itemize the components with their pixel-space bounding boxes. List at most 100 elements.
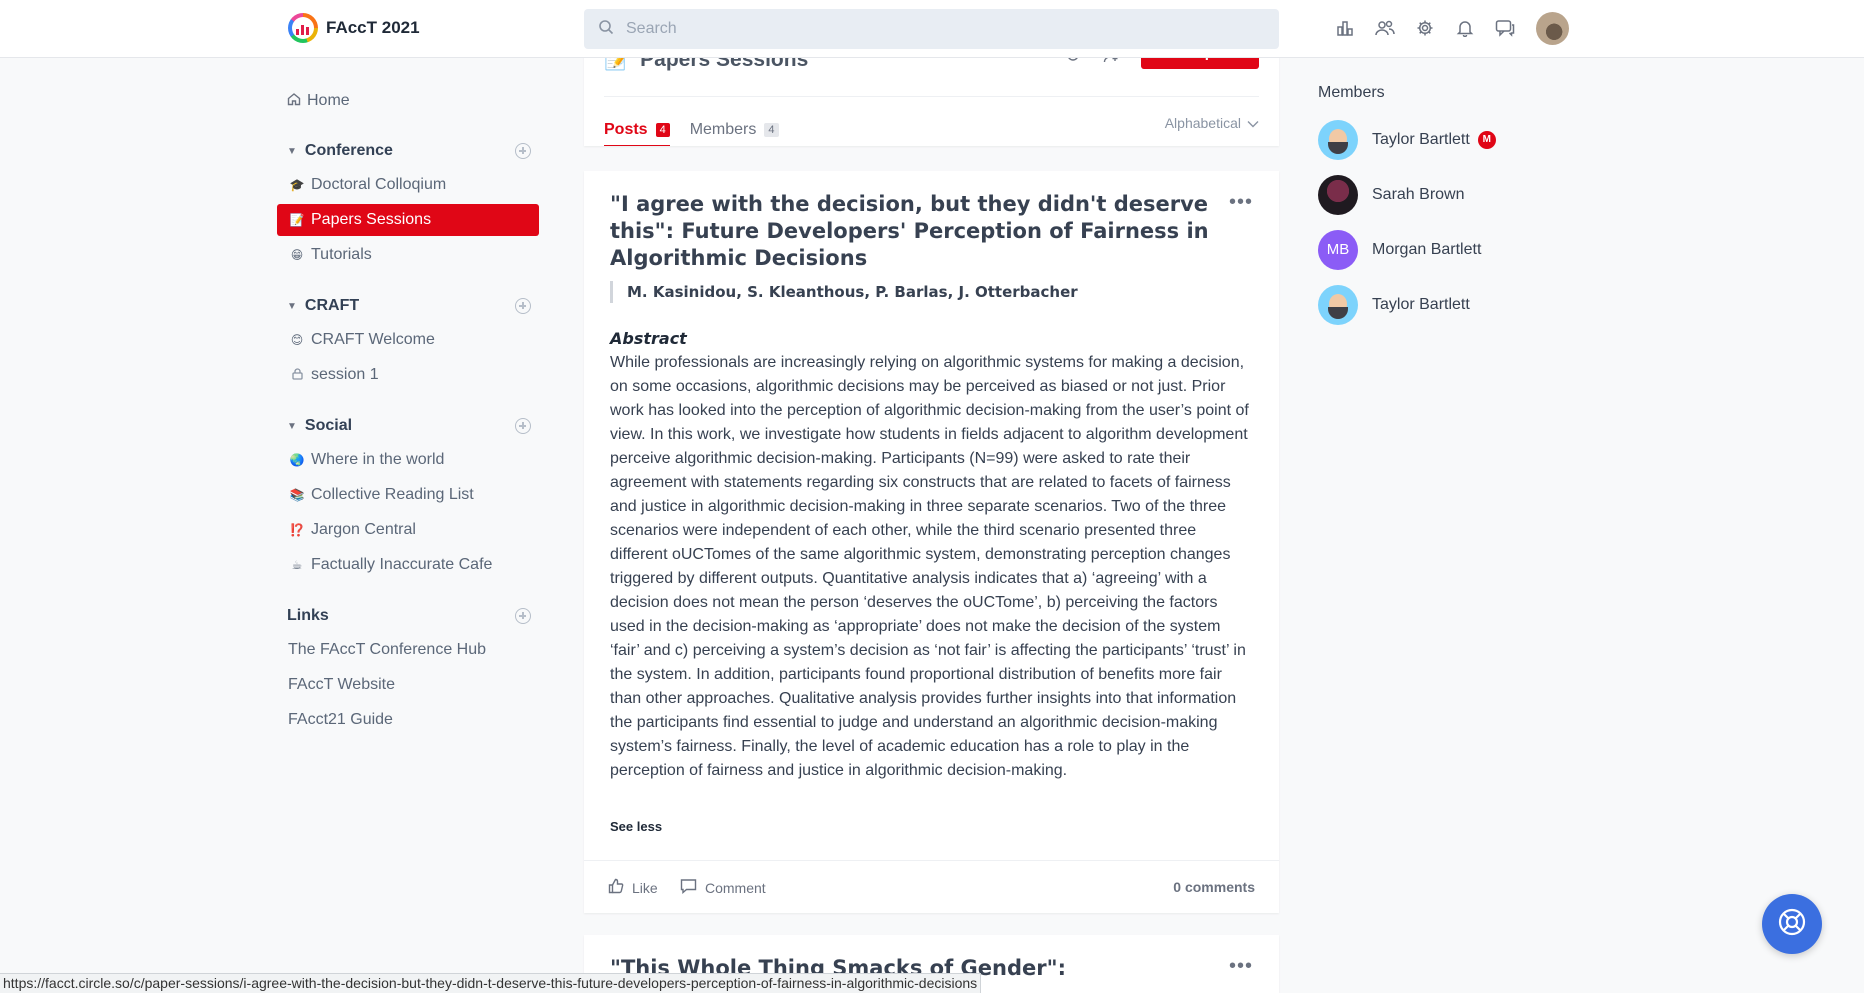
- sidebar-section-header[interactable]: ▼ CRAFT: [277, 291, 539, 321]
- sidebar-link-facct-conference-hub[interactable]: The FAccT Conference Hub: [277, 634, 539, 666]
- sidebar-item-label: Tutorials: [311, 246, 372, 263]
- globe-icon: 🌏: [289, 453, 305, 467]
- leaderboard-icon[interactable]: [1334, 17, 1356, 39]
- sidebar-item-home[interactable]: Home: [277, 86, 539, 116]
- sidebar-item-label: Collective Reading List: [311, 486, 474, 503]
- tab-count-badge: 4: [655, 123, 670, 137]
- tab-label: Posts: [604, 121, 648, 138]
- add-circle-icon[interactable]: [515, 608, 531, 624]
- sidebar-section-links: Links The FAccT Conference Hub FAccT Web…: [277, 601, 539, 736]
- more-options-icon[interactable]: •••: [1229, 955, 1253, 978]
- sidebar-item-label: Factually Inaccurate Cafe: [311, 556, 493, 573]
- left-sidebar: Home ▼ Conference 🎓 Doctoral Colloqium 📝…: [277, 86, 539, 736]
- top-navigation-bar: FAccT 2021: [0, 0, 1864, 58]
- abstract-label: Abstract: [610, 329, 687, 348]
- post-authors: M. Kasinidou, S. Kleanthous, P. Barlas, …: [610, 281, 1078, 303]
- moderator-badge: M: [1477, 130, 1496, 149]
- caret-down-icon[interactable]: ▼: [287, 421, 297, 432]
- avatar: [1318, 174, 1358, 215]
- sidebar-item-label: Papers Sessions: [311, 211, 432, 228]
- coffee-icon: ☕: [291, 558, 303, 572]
- sidebar-item-factually-inaccurate-cafe[interactable]: ☕ Factually Inaccurate Cafe: [277, 549, 539, 581]
- chevron-down-icon: [1247, 115, 1259, 131]
- member-name: Taylor Bartlett: [1372, 295, 1470, 313]
- sidebar-item-session-1[interactable]: session 1: [277, 359, 539, 391]
- member-item[interactable]: Taylor Bartlett M: [1318, 112, 1568, 167]
- comment-label: Comment: [705, 879, 766, 896]
- lifebuoy-icon: [1777, 907, 1807, 942]
- gear-icon[interactable]: [1414, 17, 1436, 39]
- sidebar-section-social: ▼ Social 🌏 Where in the world 📚 Collecti…: [277, 411, 539, 581]
- grin-icon: 😁: [290, 248, 304, 262]
- search-icon: [598, 19, 614, 40]
- sidebar-item-craft-welcome[interactable]: 😊 CRAFT Welcome: [277, 324, 539, 356]
- member-item[interactable]: Sarah Brown: [1318, 167, 1568, 222]
- sidebar-item-jargon-central[interactable]: ⁉️ Jargon Central: [277, 514, 539, 546]
- member-name: Sarah Brown: [1372, 185, 1465, 203]
- brand-name: FAccT 2021: [326, 18, 420, 37]
- tab-label: Members: [689, 121, 757, 138]
- see-less-button[interactable]: See less: [610, 819, 662, 834]
- add-circle-icon[interactable]: [515, 418, 531, 434]
- sidebar-link-facct21-guide[interactable]: FAcct21 Guide: [277, 704, 539, 736]
- sidebar-section-title: Links: [287, 607, 329, 624]
- avatar: [1318, 284, 1358, 325]
- sidebar-section-title: CRAFT: [304, 297, 360, 314]
- people-icon[interactable]: [1374, 17, 1396, 39]
- sidebar-item-label: Jargon Central: [311, 521, 416, 538]
- add-circle-icon[interactable]: [515, 143, 531, 159]
- members-panel: Members Taylor Bartlett M Sarah Brown MB…: [1318, 84, 1568, 332]
- sidebar-section-conference: ▼ Conference 🎓 Doctoral Colloqium 📝 Pape…: [277, 136, 539, 271]
- bell-icon[interactable]: [1454, 17, 1476, 39]
- status-bar-url: https://facct.circle.so/c/paper-sessions…: [0, 973, 982, 993]
- caret-down-icon[interactable]: ▼: [287, 146, 297, 157]
- avatar: MB: [1318, 229, 1358, 270]
- sidebar-item-label: session 1: [311, 366, 379, 383]
- interrobang-icon: ⁉️: [289, 523, 305, 537]
- member-name: Morgan Bartlett: [1372, 240, 1482, 258]
- brand-logo-icon: [288, 13, 318, 43]
- add-circle-icon[interactable]: [515, 298, 531, 314]
- tab-members[interactable]: Members 4: [690, 115, 779, 145]
- sidebar-section-header[interactable]: ▼ Conference: [277, 136, 539, 166]
- comment-icon: [680, 878, 697, 897]
- sidebar-item-tutorials[interactable]: 😁 Tutorials: [277, 239, 539, 271]
- sidebar-item-doctoral-colloqium[interactable]: 🎓 Doctoral Colloqium: [277, 169, 539, 201]
- sidebar-section-header: Links: [277, 601, 539, 631]
- sidebar-section-header[interactable]: ▼ Social: [277, 411, 539, 441]
- sidebar-section-title: Social: [304, 417, 353, 434]
- search-bar[interactable]: [584, 9, 1279, 49]
- sidebar-home-label: Home: [307, 92, 350, 109]
- help-button[interactable]: [1762, 894, 1822, 954]
- comment-button[interactable]: Comment: [680, 878, 766, 897]
- tab-count-badge: 4: [764, 123, 779, 137]
- user-avatar[interactable]: [1536, 12, 1569, 45]
- home-icon: [287, 92, 301, 111]
- sidebar-item-label: Doctoral Colloqium: [311, 176, 447, 193]
- comments-count[interactable]: 0 comments: [1173, 879, 1255, 895]
- sort-dropdown[interactable]: Alphabetical: [1165, 115, 1259, 131]
- thumbs-up-icon: [608, 878, 624, 897]
- post-title[interactable]: "I agree with the decision, but they did…: [610, 191, 1210, 272]
- chat-icon[interactable]: [1494, 17, 1516, 39]
- search-input[interactable]: [626, 20, 1226, 38]
- member-item[interactable]: MB Morgan Bartlett: [1318, 222, 1568, 277]
- member-name: Taylor Bartlett: [1372, 130, 1470, 148]
- sidebar-item-label: Where in the world: [311, 451, 445, 468]
- sidebar-link-facct-website[interactable]: FAccT Website: [277, 669, 539, 701]
- sidebar-item-collective-reading-list[interactable]: 📚 Collective Reading List: [277, 479, 539, 511]
- member-item[interactable]: Taylor Bartlett: [1318, 277, 1568, 332]
- brand[interactable]: FAccT 2021: [288, 13, 420, 43]
- memo-icon: 📝: [289, 213, 305, 227]
- avatar: [1318, 119, 1358, 160]
- sidebar-item-papers-sessions[interactable]: 📝 Papers Sessions: [277, 204, 539, 236]
- sort-label: Alphabetical: [1164, 115, 1241, 131]
- post-abstract: While professionals are increasingly rel…: [610, 354, 1249, 779]
- caret-down-icon[interactable]: ▼: [287, 301, 297, 312]
- members-title: Members: [1318, 84, 1385, 101]
- sidebar-item-where-in-the-world[interactable]: 🌏 Where in the world: [277, 444, 539, 476]
- like-button[interactable]: Like: [608, 878, 658, 897]
- tab-posts[interactable]: Posts 4: [604, 115, 670, 146]
- post-footer: Like Comment 0 comments: [584, 860, 1279, 913]
- more-options-icon[interactable]: •••: [1229, 191, 1253, 214]
